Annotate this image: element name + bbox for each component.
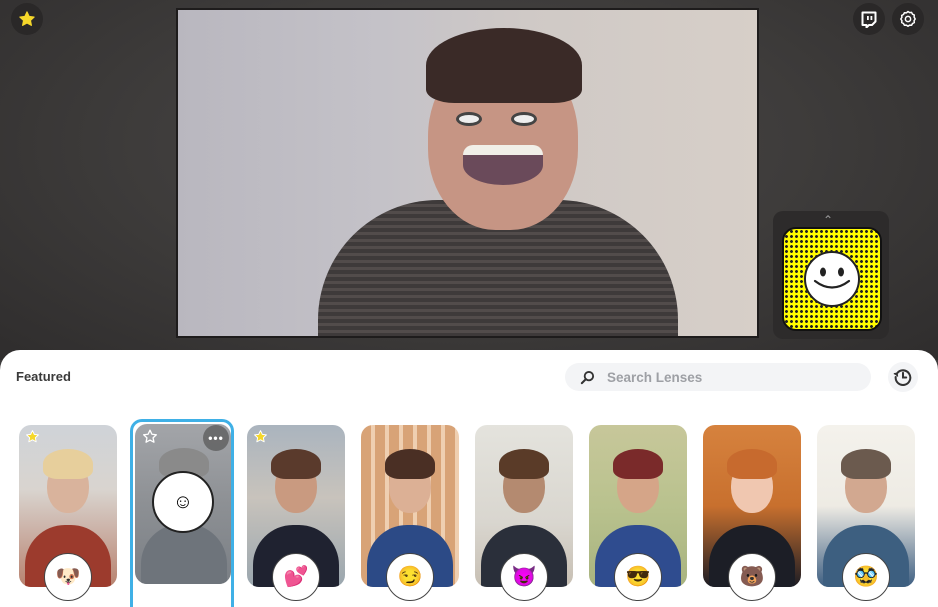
settings-button[interactable] (892, 3, 924, 35)
history-icon (893, 369, 912, 386)
search-input[interactable] (607, 369, 847, 385)
lens-icon: 😎 (614, 553, 662, 601)
lens-icon: 🐶 (44, 553, 92, 601)
lens-card[interactable]: 🐻 (703, 423, 801, 601)
lens-card[interactable]: 🥸 (817, 423, 915, 601)
lens-card[interactable]: 😎 (589, 423, 687, 601)
preview-mouth (463, 145, 543, 185)
star-filled-icon[interactable] (252, 428, 268, 444)
lens-preview-hair (841, 449, 891, 479)
gear-icon (900, 10, 916, 27)
lens-preview-hair (499, 449, 549, 479)
star-filled-icon[interactable] (24, 428, 40, 444)
preview-eye-left (456, 112, 482, 126)
star-outline-icon[interactable] (142, 428, 158, 444)
snapcode (782, 227, 882, 331)
lens-card[interactable]: 💕 (247, 423, 345, 601)
lens-card[interactable]: 😏 (361, 423, 459, 601)
favorites-button[interactable] (11, 3, 43, 35)
search-bar[interactable] (565, 363, 871, 391)
lens-preview-hair (727, 449, 777, 479)
chevron-up-icon[interactable]: ⌃ (823, 213, 833, 227)
preview-person-hair (426, 28, 582, 103)
star-icon (19, 11, 35, 26)
lens-icon: ☺ (152, 471, 214, 533)
preview-eye-right (511, 112, 537, 126)
search-icon (579, 369, 595, 385)
lens-preview-hair (385, 449, 435, 479)
lens-panel: Featured 🐶 ••• ☺ 💕 😏 😈 😎 🐻 🥸 (0, 350, 938, 607)
twitch-icon (861, 11, 877, 28)
snapcode-card[interactable]: ⌃ (773, 211, 889, 339)
lens-card[interactable]: 🐶 (19, 423, 117, 601)
camera-stage: ⌃ (0, 0, 938, 360)
lens-card[interactable]: ••• ☺ (130, 419, 234, 607)
lens-preview-hair (43, 449, 93, 479)
more-options-button[interactable]: ••• (203, 425, 229, 451)
lens-icon: 😏 (386, 553, 434, 601)
section-title: Featured (16, 369, 71, 384)
lens-preview-hair (271, 449, 321, 479)
lens-icon: 😈 (500, 553, 548, 601)
history-button[interactable] (888, 362, 918, 392)
lens-carousel: 🐶 ••• ☺ 💕 😏 😈 😎 🐻 🥸 (0, 419, 938, 607)
lens-icon: 💕 (272, 553, 320, 601)
lens-icon: 🥸 (842, 553, 890, 601)
lens-card[interactable]: 😈 (475, 423, 573, 601)
lens-preview-hair (613, 449, 663, 479)
snapcode-ghost-face (804, 251, 860, 307)
smiley-face-icon (813, 267, 851, 289)
camera-preview (178, 10, 757, 336)
lens-icon: 🐻 (728, 553, 776, 601)
twitch-button[interactable] (853, 3, 885, 35)
